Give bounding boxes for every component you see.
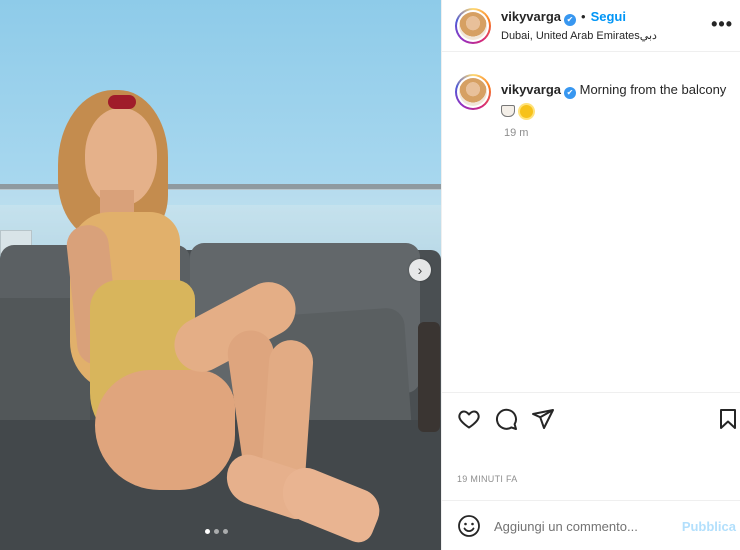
caption-avatar[interactable] — [455, 74, 491, 110]
avatar[interactable] — [455, 8, 491, 44]
location-link[interactable]: Dubai, United Arab Emiratesدبي — [501, 29, 657, 42]
post-sidebar: vikyvarga ✔ • Segui Dubai, United Arab Emir… — [441, 0, 740, 550]
bookmark-icon[interactable] — [716, 407, 740, 431]
header-user-line: vikyvarga ✔ • Segui — [501, 9, 626, 26]
comment-bubble-icon[interactable] — [494, 407, 518, 431]
carousel-dot — [214, 529, 219, 534]
publish-button[interactable]: Pubblica — [682, 519, 736, 534]
person-scrunchie — [108, 95, 136, 109]
carousel-dot — [223, 529, 228, 534]
separator-bullet: • — [581, 9, 586, 24]
post-header: vikyvarga ✔ • Segui Dubai, United Arab Emir… — [442, 0, 740, 52]
verified-badge-icon: ✔ — [564, 87, 576, 99]
caption-text: Morning from the balcony — [579, 82, 727, 97]
coffee-cup-icon — [501, 105, 515, 117]
sun-icon — [520, 105, 533, 118]
carousel-indicator — [205, 529, 228, 534]
chevron-right-icon: › — [417, 262, 423, 278]
avatar-image — [459, 78, 487, 106]
carousel-next-button[interactable]: › — [409, 259, 431, 281]
comment-bar: Pubblica — [442, 500, 740, 550]
username-link[interactable]: vikyvarga — [501, 9, 561, 24]
sofa-armrest — [418, 322, 440, 432]
avatar-image — [459, 12, 487, 40]
post-timestamp[interactable]: 19 MINUTI FA — [457, 474, 518, 484]
verified-badge-icon: ✔ — [564, 14, 576, 26]
follow-button[interactable]: Segui — [591, 9, 626, 24]
action-bar — [442, 392, 740, 442]
caption-emojis — [501, 105, 533, 118]
carousel-dot — [205, 529, 210, 534]
comment-input[interactable] — [494, 515, 674, 537]
post-photo[interactable]: › — [0, 0, 441, 550]
caption-time: 19 m — [504, 127, 529, 139]
caption-username-link[interactable]: vikyvarga — [501, 82, 561, 97]
heart-icon[interactable] — [457, 407, 481, 431]
person-hip — [95, 370, 235, 490]
paper-plane-icon[interactable] — [531, 407, 555, 431]
smiley-icon[interactable] — [457, 514, 481, 538]
more-options-icon[interactable]: ••• — [711, 14, 733, 35]
caption-text-block: vikyvarga ✔ Morning from the balcony — [501, 80, 733, 120]
